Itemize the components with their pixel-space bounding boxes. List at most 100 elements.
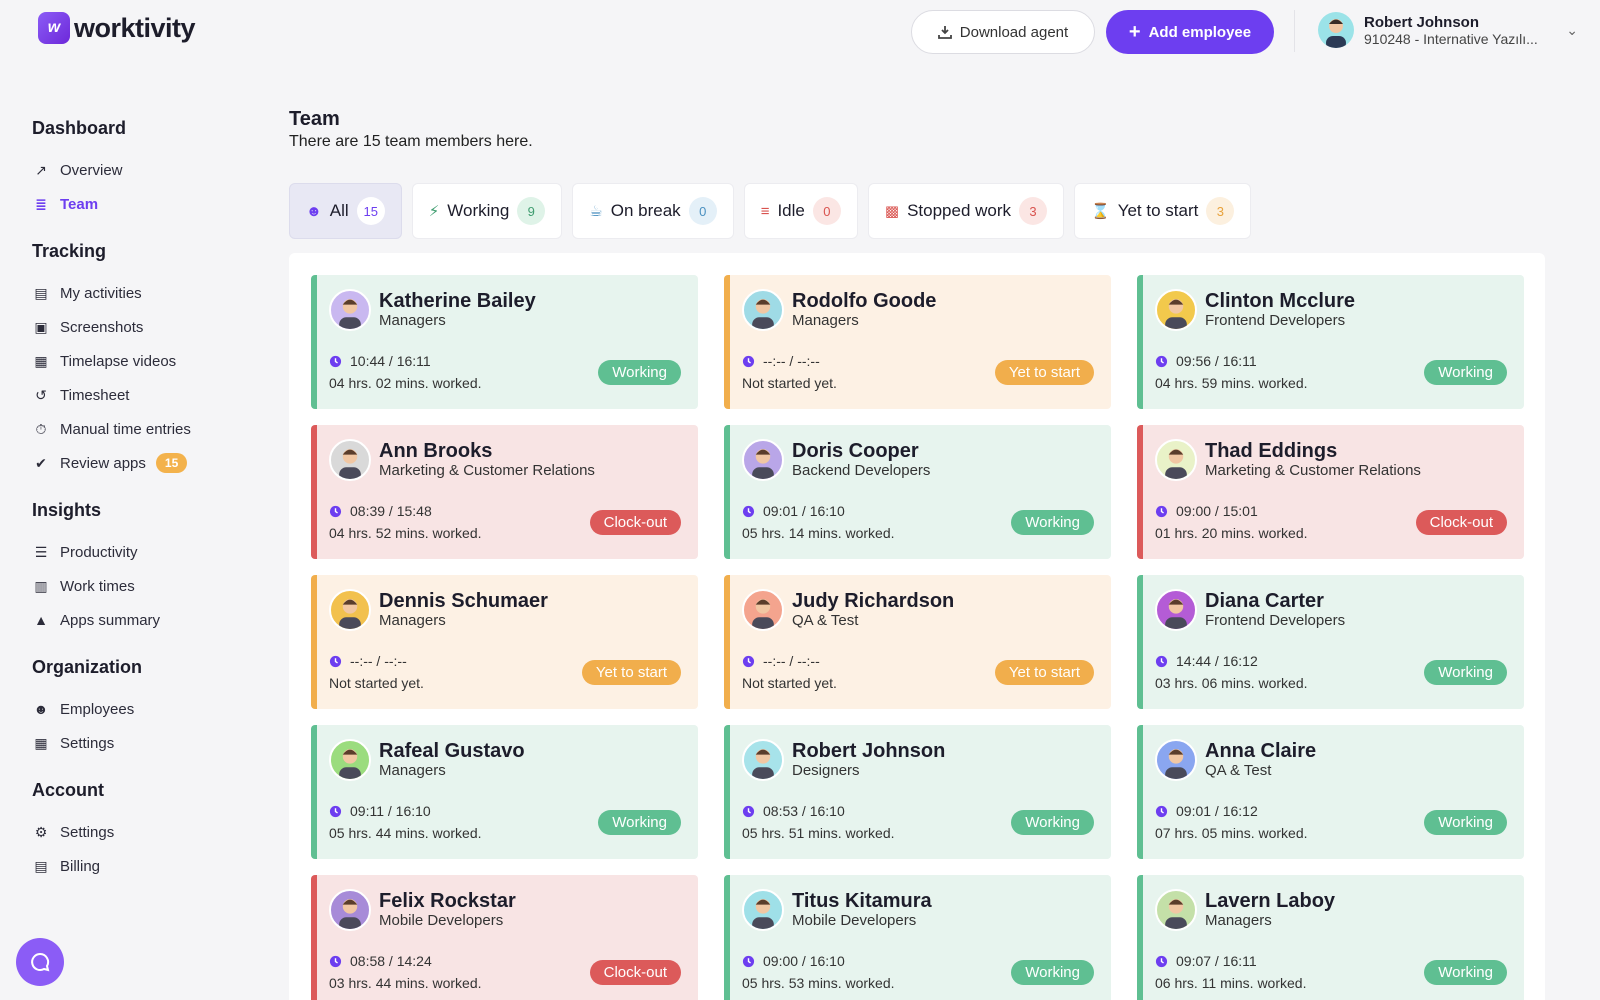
filter-count-badge: 3 <box>1019 197 1048 225</box>
member-card[interactable]: Anna Claire QA & Test 09:01 / 16:12 07 hrs.… <box>1137 725 1524 859</box>
filter-tab-all[interactable]: ☻ All 15 <box>289 183 402 239</box>
member-card[interactable]: Lavern Laboy Managers 09:07 / 16:11 06 hrs.… <box>1137 875 1524 1000</box>
member-time-range: 08:39 / 15:48 <box>329 503 432 519</box>
sidebar-item-my-activities[interactable]: ▤ My activities <box>32 276 252 310</box>
clock-icon <box>742 505 755 517</box>
member-card[interactable]: Titus Kitamura Mobile Developers 09:00 / 1… <box>724 875 1111 1000</box>
chevron-down-icon[interactable]: ⌄ <box>1566 22 1578 39</box>
sidebar-item-employees[interactable]: ☻ Employees <box>32 692 252 726</box>
sidebar-section-title: Dashboard <box>32 118 127 138</box>
sidebar-item-timelapse-videos[interactable]: ▦ Timelapse videos <box>32 344 252 378</box>
filter-tab-label: On break <box>610 201 681 220</box>
header-divider <box>1294 10 1295 52</box>
filter-tab-label: Yet to start <box>1117 201 1199 220</box>
filter-tab-yet-to-start[interactable]: ⌛ Yet to start 3 <box>1074 183 1252 239</box>
sidebar-item-apps-summary[interactable]: ▲ Apps summary <box>32 603 252 637</box>
sidebar-item-settings[interactable]: ⚙ Settings <box>32 815 252 849</box>
member-card[interactable]: Ann Brooks Marketing & Customer Relations… <box>311 425 698 559</box>
member-card[interactable]: Diana Carter Frontend Developers 14:44 / 1… <box>1137 575 1524 709</box>
member-avatar <box>329 739 371 781</box>
member-time-value: 08:58 / 14:24 <box>350 953 432 969</box>
member-time-value: 09:01 / 16:12 <box>1176 803 1258 819</box>
filter-tab-on-break[interactable]: ☕ On break 0 <box>572 183 734 239</box>
member-avatar <box>1155 439 1197 481</box>
download-agent-button[interactable]: Download agent <box>911 10 1095 54</box>
clock-icon <box>329 805 342 817</box>
coffee-icon: ☕ <box>589 203 603 220</box>
clock-icon <box>329 505 342 517</box>
sidebar-item-screenshots[interactable]: ▣ Screenshots <box>32 310 252 344</box>
clock-icon <box>1155 805 1168 817</box>
clock-icon <box>742 805 755 817</box>
sidebar-item-timesheet[interactable]: ↺ Timesheet <box>32 378 252 412</box>
sidebar-section: Tracking ▤ My activities ▣ Screenshots ▦ Timel… <box>32 241 252 480</box>
member-time-range: --:-- / --:-- <box>742 653 820 669</box>
member-time-value: 08:39 / 15:48 <box>350 503 432 519</box>
member-time-range: 08:58 / 14:24 <box>329 953 432 969</box>
filter-tab-stopped-work[interactable]: ▩ Stopped work 3 <box>867 183 1065 239</box>
app-logo[interactable]: w worktivity <box>38 12 196 44</box>
member-card[interactable]: Clinton Mcclure Frontend Developers 09:56 … <box>1137 275 1524 409</box>
member-card[interactable]: Doris Cooper Backend Developers 09:01 / 16… <box>724 425 1111 559</box>
chat-button[interactable] <box>16 938 64 986</box>
sidebar-item-label: Team <box>60 195 99 213</box>
member-avatar <box>742 439 784 481</box>
filter-tab-idle[interactable]: ≡ Idle 0 <box>743 183 858 239</box>
status-badge: Working <box>1424 810 1507 835</box>
member-worked-duration: 04 hrs. 52 mins. worked. <box>329 525 482 541</box>
sidebar-item-billing[interactable]: ▤ Billing <box>32 849 252 883</box>
door-icon: ▩ <box>884 203 900 220</box>
member-name: Titus Kitamura <box>792 890 932 912</box>
sidebar-section-title: Organization <box>32 657 143 677</box>
sidebar-section: Organization ☻ Employees ▦ Settings <box>32 657 252 760</box>
download-agent-label: Download agent <box>959 23 1069 41</box>
member-avatar <box>742 289 784 331</box>
user-name: Robert Johnson <box>1364 13 1479 31</box>
member-worked-duration: 04 hrs. 02 mins. worked. <box>329 375 482 391</box>
sidebar-item-manual-time-entries[interactable]: ⏱ Manual time entries <box>32 412 252 446</box>
sidebar-item-label: Timesheet <box>60 386 130 404</box>
status-badge: Working <box>598 810 681 835</box>
member-worked-duration: 07 hrs. 05 mins. worked. <box>1155 825 1308 841</box>
filter-tab-working[interactable]: ⚡ Working 9 <box>411 183 563 239</box>
member-card-header: Felix Rockstar Mobile Developers <box>329 889 682 931</box>
member-card[interactable]: Thad Eddings Marketing & Customer Relatio… <box>1137 425 1524 559</box>
sidebar-item-overview[interactable]: ↗ Overview <box>32 153 252 187</box>
user-menu[interactable]: Robert Johnson 910248 - Internative Yazı… <box>1318 12 1578 48</box>
member-card[interactable]: Rafeal Gustavo Managers 09:11 / 16:10 05 hr… <box>311 725 698 859</box>
member-card[interactable]: Judy Richardson QA & Test --:-- / --:-- Not… <box>724 575 1111 709</box>
sidebar-item-productivity[interactable]: ☰ Productivity <box>32 535 252 569</box>
member-card[interactable]: Dennis Schumaer Managers --:-- / --:-- Not … <box>311 575 698 709</box>
member-worked-duration: 04 hrs. 59 mins. worked. <box>1155 375 1308 391</box>
member-worked-duration: 03 hrs. 44 mins. worked. <box>329 975 482 991</box>
sidebar-item-review-apps[interactable]: ✔ Review apps 15 <box>32 446 252 480</box>
building-icon: ▦ <box>34 734 48 751</box>
sidebar-section-title: Tracking <box>32 241 107 261</box>
filter-count-badge: 15 <box>356 197 385 225</box>
sidebar-item-label: My activities <box>60 284 142 302</box>
app-name: worktivity <box>74 12 196 43</box>
sidebar-item-work-times[interactable]: ▥ Work times <box>32 569 252 603</box>
status-badge: Yet to start <box>994 360 1094 385</box>
member-time-value: 08:53 / 16:10 <box>763 803 845 819</box>
add-employee-button[interactable]: + Add employee <box>1106 10 1274 54</box>
member-time-value: --:-- / --:-- <box>763 353 820 369</box>
member-card[interactable]: Rodolfo Goode Managers --:-- / --:-- Not st… <box>724 275 1111 409</box>
member-name: Doris Cooper <box>792 440 919 462</box>
member-card[interactable]: Robert Johnson Designers 08:53 / 16:10 05 h… <box>724 725 1111 859</box>
sidebar-item-settings[interactable]: ▦ Settings <box>32 726 252 760</box>
member-card-header: Clinton Mcclure Frontend Developers <box>1155 289 1508 331</box>
member-team: Frontend Developers <box>1205 612 1346 629</box>
sidebar-item-team[interactable]: ≣ Team <box>32 187 252 221</box>
member-worked-duration: Not started yet. <box>742 675 837 691</box>
page-subtitle: There are 15 team members here. <box>289 133 533 150</box>
team-grid: Katherine Bailey Managers 10:44 / 16:11 04 … <box>289 253 1545 1000</box>
filter-count-badge: 0 <box>688 197 717 225</box>
sidebar-item-label: Settings <box>60 823 115 841</box>
clock-icon <box>742 655 755 667</box>
member-card[interactable]: Felix Rockstar Mobile Developers 08:58 / 1… <box>311 875 698 1000</box>
user-cog-icon: ⚙ <box>34 823 48 840</box>
member-card[interactable]: Katherine Bailey Managers 10:44 / 16:11 04 … <box>311 275 698 409</box>
member-time-range: 09:00 / 16:10 <box>742 953 845 969</box>
clock-icon <box>742 955 755 967</box>
